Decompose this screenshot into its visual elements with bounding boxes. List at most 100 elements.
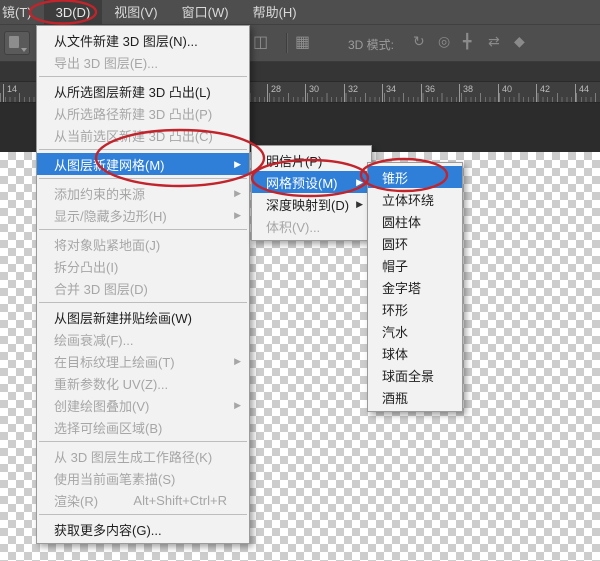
menu-item: 合并 3D 图层(D) bbox=[37, 277, 249, 299]
menu-item-label: 从文件新建 3D 图层(N)... bbox=[54, 31, 198, 50]
menu-item[interactable]: 获取更多内容(G)... bbox=[37, 518, 249, 540]
preset-item[interactable]: 帽子 bbox=[368, 254, 462, 276]
menu-item: 渲染(R)Alt+Shift+Ctrl+R bbox=[37, 489, 249, 511]
preset-item[interactable]: 圆柱体 bbox=[368, 210, 462, 232]
submenu-arrow-icon: ▶ bbox=[234, 210, 241, 221]
mesh-preset-submenu: 锥形立体环绕圆柱体圆环帽子金字塔环形汽水球体球面全景酒瓶 bbox=[367, 162, 463, 412]
menubar-item-2[interactable]: 视图(V) bbox=[102, 0, 169, 25]
menu-item-label: 创建绘图叠加(V) bbox=[54, 396, 149, 415]
ruler-unit-label: 28 bbox=[267, 84, 281, 102]
preset-item[interactable]: 球体 bbox=[368, 342, 462, 364]
menu-item-label: 圆柱体 bbox=[382, 212, 421, 231]
menu-item-label: 圆环 bbox=[382, 234, 408, 253]
menu-item-label: 添加约束的来源 bbox=[54, 184, 145, 203]
menu-item: 从当前选区新建 3D 凸出(C) bbox=[37, 124, 249, 146]
submenu-arrow-icon: ▶ bbox=[234, 400, 241, 411]
menu-item-label: 重新参数化 UV(Z)... bbox=[54, 374, 168, 393]
menu-item: 绘画衰减(F)... bbox=[37, 328, 249, 350]
submenu-arrow-icon: ▶ bbox=[234, 356, 241, 367]
menu-item[interactable]: 从图层新建网格(M)▶ bbox=[37, 153, 249, 175]
menu-item: 添加约束的来源 ▶ bbox=[37, 182, 249, 204]
axis-widget-icon[interactable]: ◫ bbox=[253, 31, 268, 55]
menu-bar: 镜(T)3D(D)视图(V)窗口(W)帮助(H) bbox=[0, 0, 600, 25]
menu-item[interactable]: 从所选图层新建 3D 凸出(L) bbox=[37, 80, 249, 102]
menu-item-label: 金字塔 bbox=[382, 278, 421, 297]
menu-separator bbox=[39, 149, 247, 150]
preset-item[interactable]: 汽水 bbox=[368, 320, 462, 342]
submenu-item[interactable]: 网格预设(M) ▶ bbox=[252, 171, 371, 193]
menu-item-label: 选择可绘画区域(B) bbox=[54, 418, 162, 437]
menu-item-label: 球面全景 bbox=[382, 366, 434, 385]
menu-separator bbox=[39, 76, 247, 77]
preset-item[interactable]: 锥形 bbox=[368, 166, 462, 188]
3d-mode-label: 3D 模式: bbox=[348, 36, 394, 53]
chevron-down-icon bbox=[21, 48, 27, 52]
3d-menu-dropdown: 从文件新建 3D 图层(N)... 导出 3D 图层(E)... 从所选图层新建 3… bbox=[36, 25, 250, 544]
ruler-unit-label: 40 bbox=[498, 84, 512, 102]
submenu-arrow-icon: ▶ bbox=[234, 159, 241, 170]
submenu-arrow-icon: ▶ bbox=[356, 199, 363, 210]
preset-item[interactable]: 圆环 bbox=[368, 232, 462, 254]
ruler-unit-label: 14 bbox=[3, 84, 17, 102]
menu-item-label: 绘画衰减(F)... bbox=[54, 330, 133, 349]
menu-item-label: 从所选路径新建 3D 凸出(P) bbox=[54, 104, 212, 123]
menu-item-label: 导出 3D 图层(E)... bbox=[54, 53, 158, 72]
pan-3d-camera-icon[interactable]: ╋ bbox=[463, 33, 471, 50]
menu-item: 选择可绘画区域(B) bbox=[37, 416, 249, 438]
menu-item: 拆分凸出(I) bbox=[37, 255, 249, 277]
preset-item[interactable]: 球面全景 bbox=[368, 364, 462, 386]
menu-separator bbox=[39, 178, 247, 179]
submenu-item: 体积(V)... bbox=[252, 215, 371, 237]
tool-preset-picker[interactable] bbox=[4, 31, 30, 55]
slide-3d-camera-icon[interactable]: ⇄ bbox=[488, 33, 500, 50]
menu-item: 导出 3D 图层(E)... bbox=[37, 51, 249, 73]
menubar-item-0[interactable]: 镜(T) bbox=[0, 0, 44, 25]
menu-item: 使用当前画笔素描(S) bbox=[37, 467, 249, 489]
menu-item: 从 3D 图层生成工作路径(K) bbox=[37, 445, 249, 467]
menu-item-label: 酒瓶 bbox=[382, 388, 408, 407]
menu-item-label: 在目标纹理上绘画(T) bbox=[54, 352, 175, 371]
menu-item-label: 明信片(P) bbox=[266, 151, 322, 170]
menu-item-label: 渲染(R) bbox=[54, 491, 98, 510]
ruler-unit-label: 32 bbox=[344, 84, 358, 102]
submenu-item[interactable]: 明信片(P) bbox=[252, 149, 371, 171]
ruler-unit-label: 38 bbox=[459, 84, 473, 102]
ruler-unit-label: 44 bbox=[575, 84, 589, 102]
ruler-unit-label: 36 bbox=[421, 84, 435, 102]
menu-separator bbox=[39, 441, 247, 442]
menu-separator bbox=[39, 514, 247, 515]
submenu-item[interactable]: 深度映射到(D) ▶ bbox=[252, 193, 371, 215]
menu-item[interactable]: 从图层新建拼贴绘画(W) bbox=[37, 306, 249, 328]
preset-item[interactable]: 立体环绕 bbox=[368, 188, 462, 210]
preset-item[interactable]: 环形 bbox=[368, 298, 462, 320]
menu-item-label: 体积(V)... bbox=[266, 217, 320, 236]
options-separator bbox=[286, 33, 288, 53]
menubar-item-3[interactable]: 窗口(W) bbox=[170, 0, 241, 25]
menu-separator bbox=[39, 302, 247, 303]
menu-item-label: 使用当前画笔素描(S) bbox=[54, 469, 175, 488]
menu-item-label: 深度映射到(D) bbox=[266, 195, 349, 214]
preset-item[interactable]: 金字塔 bbox=[368, 276, 462, 298]
menu-item-label: 将对象贴紧地面(J) bbox=[54, 235, 160, 254]
menu-item-label: 显示/隐藏多边形(H) bbox=[54, 206, 167, 225]
menu-item: 将对象贴紧地面(J) bbox=[37, 233, 249, 255]
menu-item: 创建绘图叠加(V) ▶ bbox=[37, 394, 249, 416]
menu-item-label: 环形 bbox=[382, 300, 408, 319]
mesh-grid-icon[interactable]: ▦ bbox=[295, 31, 310, 55]
menu-item[interactable]: 从文件新建 3D 图层(N)... bbox=[37, 29, 249, 51]
submenu-arrow-icon: ▶ bbox=[356, 177, 363, 188]
menu-item-label: 获取更多内容(G)... bbox=[54, 520, 162, 539]
menu-item-label: 网格预设(M) bbox=[266, 173, 338, 192]
preset-item[interactable]: 酒瓶 bbox=[368, 386, 462, 408]
menubar-item-4[interactable]: 帮助(H) bbox=[241, 0, 309, 25]
menu-item-label: 拆分凸出(I) bbox=[54, 257, 118, 276]
menubar-item-3d[interactable]: 3D(D) bbox=[44, 0, 103, 25]
tool-preset-thumb-icon bbox=[9, 36, 19, 48]
ruler-unit-label: 42 bbox=[536, 84, 550, 102]
menu-item-label: 合并 3D 图层(D) bbox=[54, 279, 148, 298]
ruler-unit-label: 30 bbox=[305, 84, 319, 102]
orbit-3d-camera-icon[interactable]: ↻ bbox=[413, 33, 425, 50]
zoom-3d-camera-icon[interactable]: ◆ bbox=[514, 33, 525, 50]
submenu-arrow-icon: ▶ bbox=[234, 188, 241, 199]
roll-3d-camera-icon[interactable]: ◎ bbox=[438, 33, 450, 50]
